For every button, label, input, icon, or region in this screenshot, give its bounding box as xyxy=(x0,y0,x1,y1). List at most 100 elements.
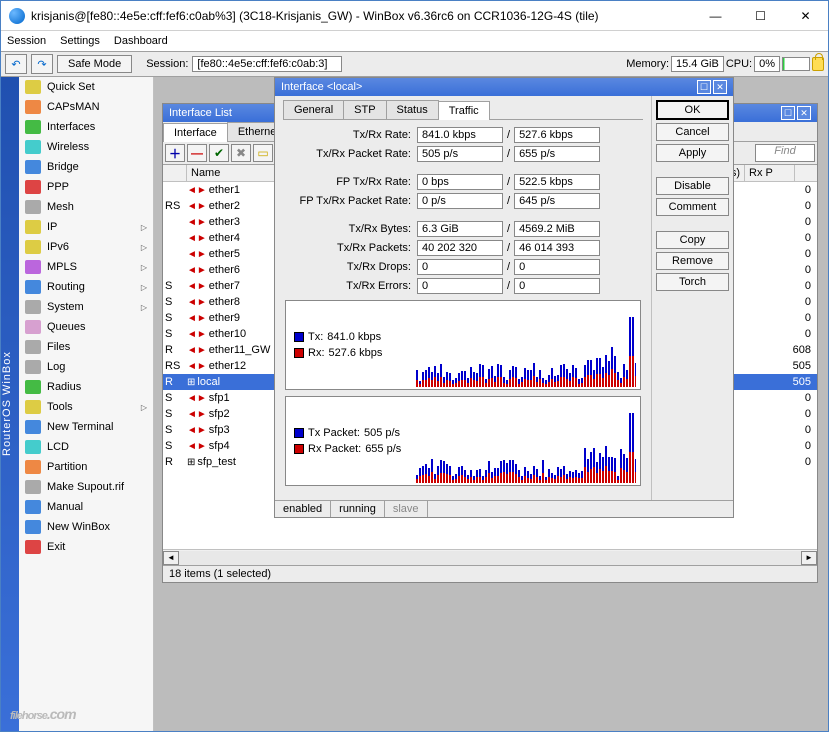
field-value: 0 xyxy=(417,278,503,294)
rx-swatch-icon xyxy=(294,348,304,358)
graph1-tx-value: 841.0 kbps xyxy=(327,331,381,343)
dialog-tab-status[interactable]: Status xyxy=(386,100,439,119)
apply-button[interactable]: Apply xyxy=(656,144,729,162)
cpu-label: CPU: xyxy=(726,58,752,70)
menu-session[interactable]: Session xyxy=(7,35,46,47)
session-field[interactable]: [fe80::4e5e:cff:fef6:c0ab:3] xyxy=(192,56,342,72)
dialog-title: Interface <local> xyxy=(281,81,362,93)
field-row: FP Tx/Rx Rate:0 bps/522.5 kbps xyxy=(285,174,641,190)
session-label: Session: xyxy=(146,58,188,70)
sidebar-item-mesh[interactable]: Mesh xyxy=(19,197,153,217)
system-icon xyxy=(25,300,41,314)
undo-button[interactable]: ↶ xyxy=(5,54,27,74)
sidebar-item-new-terminal[interactable]: New Terminal xyxy=(19,417,153,437)
disable-button[interactable]: Disable xyxy=(656,177,729,195)
rate-graph: Tx:841.0 kbps Rx:527.6 kbps xyxy=(285,300,641,390)
graph1-rx-value: 527.6 kbps xyxy=(329,347,383,359)
sidebar-item-manual[interactable]: Manual xyxy=(19,497,153,517)
cancel-button[interactable]: Cancel xyxy=(656,123,729,141)
field-value: 40 202 320 xyxy=(417,240,503,256)
dialog-max-button[interactable]: ☐ xyxy=(697,80,711,94)
scroll-left-button[interactable]: ◄ xyxy=(163,551,179,565)
sidebar-item-routing[interactable]: Routing▷ xyxy=(19,277,153,297)
field-value: 0 xyxy=(417,259,503,275)
ip-icon xyxy=(25,220,41,234)
iface-list-max-button[interactable]: ☐ xyxy=(781,106,795,120)
sidebar-item-mpls[interactable]: MPLS▷ xyxy=(19,257,153,277)
lock-icon[interactable] xyxy=(812,57,824,71)
main-window: krisjanis@[fe80::4e5e:cff:fef6:c0ab%3] (… xyxy=(0,0,829,732)
sidebar-item-ipv6[interactable]: IPv6▷ xyxy=(19,237,153,257)
dialog-tab-traffic[interactable]: Traffic xyxy=(438,101,490,120)
partition-icon xyxy=(25,460,41,474)
remove-button[interactable]: Remove xyxy=(656,252,729,270)
mpls-icon xyxy=(25,260,41,274)
sidebar-item-new-winbox[interactable]: New WinBox xyxy=(19,517,153,537)
dialog-close-button[interactable]: ✕ xyxy=(713,80,727,94)
menu-dashboard[interactable]: Dashboard xyxy=(114,35,168,47)
field-value: 0 xyxy=(514,278,600,294)
enable-button[interactable]: ✔ xyxy=(209,144,229,162)
tab-interface[interactable]: Interface xyxy=(163,123,228,142)
ethernet-icon: ◄► xyxy=(187,329,207,340)
ethernet-icon: ◄► xyxy=(187,441,207,452)
scroll-right-button[interactable]: ► xyxy=(801,551,817,565)
menu-settings[interactable]: Settings xyxy=(60,35,100,47)
sidebar-item-interfaces[interactable]: Interfaces xyxy=(19,117,153,137)
copy-button[interactable]: Copy xyxy=(656,231,729,249)
sidebar-item-tools[interactable]: Tools▷ xyxy=(19,397,153,417)
field-value: 645 p/s xyxy=(514,193,600,209)
minimize-button[interactable]: — xyxy=(693,1,738,30)
disable-button[interactable]: ✖ xyxy=(231,144,251,162)
field-row: Tx/Rx Packet Rate:505 p/s/655 p/s xyxy=(285,146,641,162)
torch-button[interactable]: Torch xyxy=(656,273,729,291)
sidebar-item-system[interactable]: System▷ xyxy=(19,297,153,317)
remove-button[interactable]: — xyxy=(187,144,207,162)
sidebar-item-make-supout.rif[interactable]: Make Supout.rif xyxy=(19,477,153,497)
ethernet-icon: ◄► xyxy=(187,281,207,292)
sidebar-item-queues[interactable]: Queues xyxy=(19,317,153,337)
col-rxp[interactable]: Rx P xyxy=(745,165,795,181)
iface-list-close-button[interactable]: ✕ xyxy=(797,106,811,120)
safe-mode-button[interactable]: Safe Mode xyxy=(57,55,132,73)
comment-button[interactable]: ▭ xyxy=(253,144,273,162)
bridge-icon xyxy=(25,160,41,174)
sidebar-item-files[interactable]: Files xyxy=(19,337,153,357)
interface-dialog[interactable]: Interface <local> ☐ ✕ GeneralSTPStatusTr… xyxy=(274,77,734,518)
dialog-tab-stp[interactable]: STP xyxy=(343,100,386,119)
memory-label: Memory: xyxy=(626,58,669,70)
maximize-button[interactable]: ☐ xyxy=(738,1,783,30)
field-value: 841.0 kbps xyxy=(417,127,503,143)
sidebar-item-capsman[interactable]: CAPsMAN xyxy=(19,97,153,117)
h-scrollbar[interactable]: ◄ ► xyxy=(163,549,817,565)
comment-button[interactable]: Comment xyxy=(656,198,729,216)
dialog-tab-general[interactable]: General xyxy=(283,100,344,119)
find-input[interactable]: Find xyxy=(755,144,815,162)
sidebar-item-wireless[interactable]: Wireless xyxy=(19,137,153,157)
lcd-icon xyxy=(25,440,41,454)
sidebar-item-radius[interactable]: Radius xyxy=(19,377,153,397)
add-button[interactable]: ＋ xyxy=(165,144,185,162)
dialog-tabs: GeneralSTPStatusTraffic xyxy=(283,100,643,120)
ethernet-icon: ◄► xyxy=(187,217,207,228)
ethernet-icon: ◄► xyxy=(187,393,207,404)
close-button[interactable]: ✕ xyxy=(783,1,828,30)
titlebar[interactable]: krisjanis@[fe80::4e5e:cff:fef6:c0ab%3] (… xyxy=(1,1,828,31)
field-row: Tx/Rx Drops:0/0 xyxy=(285,259,641,275)
routing-icon xyxy=(25,280,41,294)
dialog-titlebar[interactable]: Interface <local> ☐ ✕ xyxy=(275,78,733,96)
app-icon xyxy=(9,8,25,24)
sidebar-item-lcd[interactable]: LCD xyxy=(19,437,153,457)
sidebar-item-quick-set[interactable]: Quick Set xyxy=(19,77,153,97)
sidebar-item-ip[interactable]: IP▷ xyxy=(19,217,153,237)
field-row: Tx/Rx Packets:40 202 320/46 014 393 xyxy=(285,240,641,256)
ok-button[interactable]: OK xyxy=(656,100,729,120)
sidebar-item-partition[interactable]: Partition xyxy=(19,457,153,477)
sidebar-item-bridge[interactable]: Bridge xyxy=(19,157,153,177)
sidebar-item-log[interactable]: Log xyxy=(19,357,153,377)
sidebar-item-exit[interactable]: Exit xyxy=(19,537,153,557)
redo-button[interactable]: ↷ xyxy=(31,54,53,74)
toolbar: ↶ ↷ Safe Mode Session: [fe80::4e5e:cff:f… xyxy=(1,51,828,77)
tx-packet-swatch-icon xyxy=(294,428,304,438)
sidebar-item-ppp[interactable]: PPP xyxy=(19,177,153,197)
